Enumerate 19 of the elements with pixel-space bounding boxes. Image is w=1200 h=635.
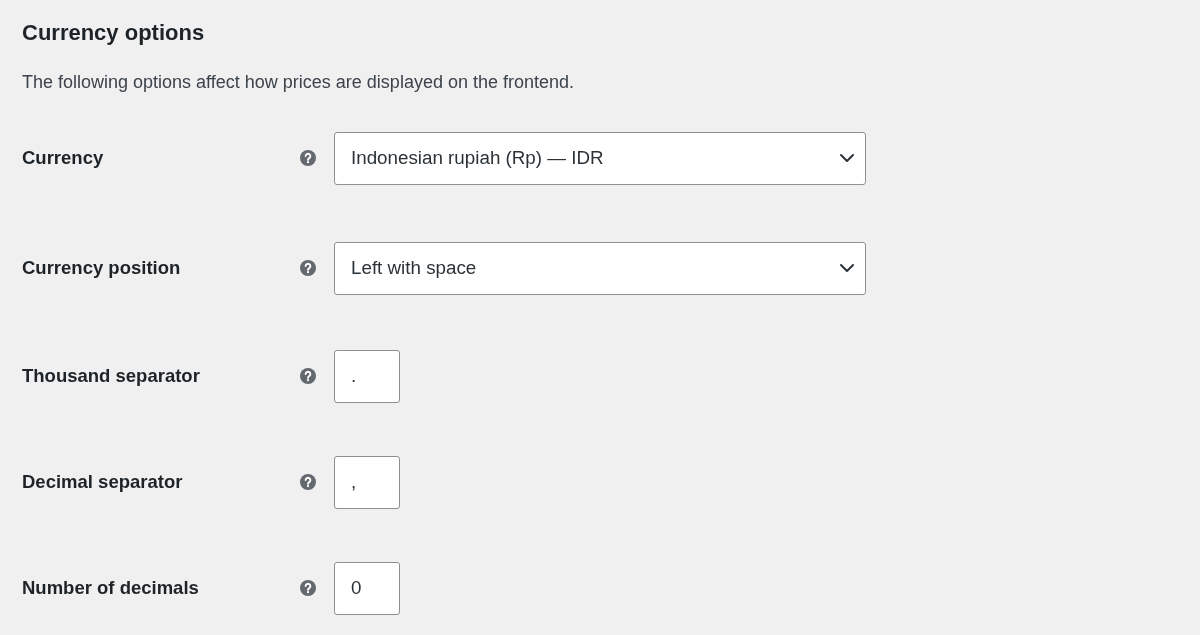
section-description: The following options affect how prices are displayed on the frontend. xyxy=(22,71,575,93)
field-label: Currency position xyxy=(22,256,182,281)
help-icon[interactable] xyxy=(300,260,316,276)
dropdown-select[interactable]: Indonesian rupiah (Rp) — IDR xyxy=(334,131,866,185)
chevron-icon xyxy=(839,263,855,273)
help-icon[interactable] xyxy=(300,580,316,596)
section-title: Currency options xyxy=(22,20,206,46)
help-icon[interactable] xyxy=(300,368,316,384)
input-field[interactable]: 0 xyxy=(334,561,400,615)
field-label: Decimal separator xyxy=(22,470,184,495)
help-icon[interactable] xyxy=(300,150,316,166)
help-icon[interactable] xyxy=(300,474,316,490)
input-field[interactable]: . xyxy=(334,349,400,403)
field-label: Currency xyxy=(22,146,105,171)
input-field[interactable]: , xyxy=(334,455,400,509)
field-label: Thousand separator xyxy=(22,364,201,389)
field-label: Number of decimals xyxy=(22,576,200,601)
chevron-icon xyxy=(839,153,855,163)
dropdown-select[interactable]: Left with space xyxy=(334,241,866,295)
